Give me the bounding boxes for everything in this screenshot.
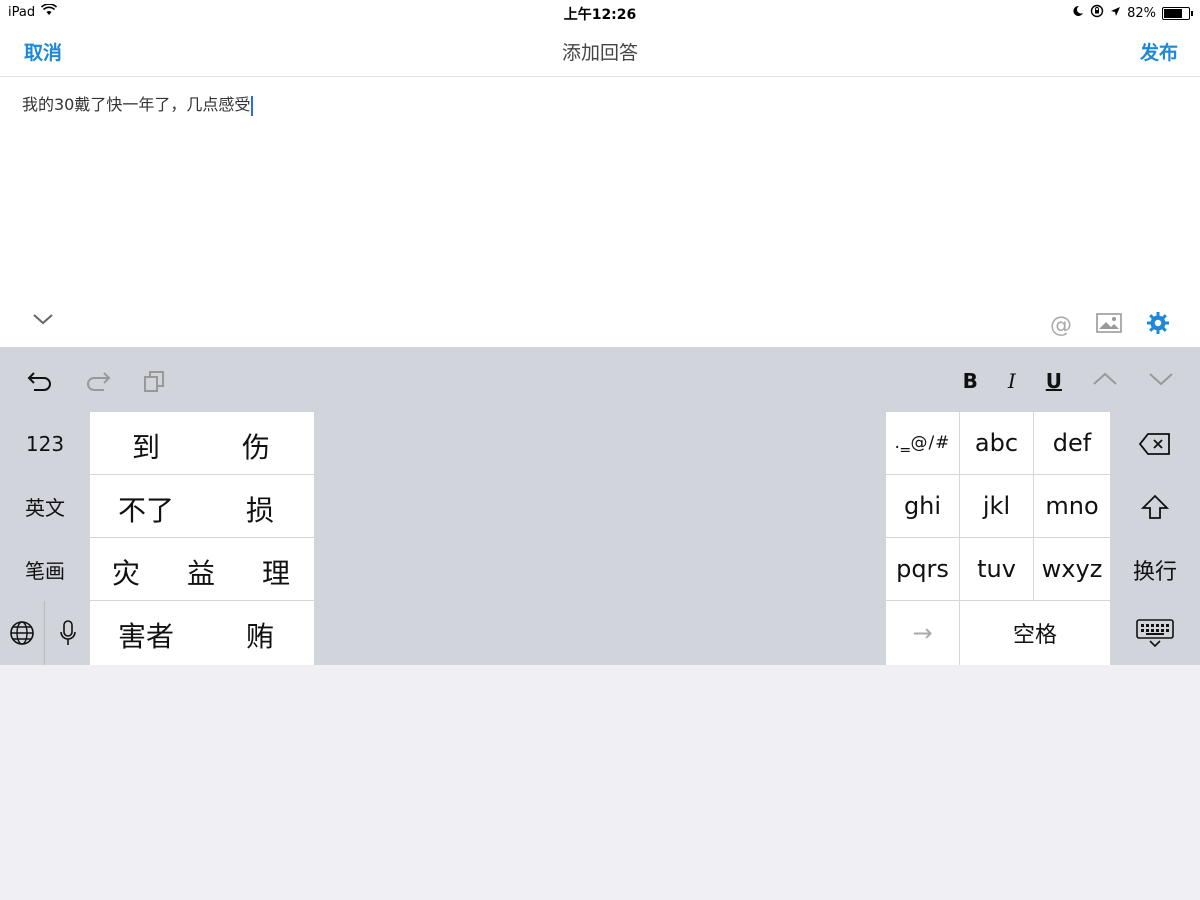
publish-button[interactable]: 发布	[1140, 38, 1178, 65]
ghi-key[interactable]: ghi	[886, 475, 960, 538]
empty-background	[0, 665, 1200, 900]
candidate-word[interactable]: 害者	[118, 615, 174, 655]
candidate-row: 到 伤	[90, 412, 314, 475]
english-key[interactable]: 英文	[0, 475, 90, 538]
jkl-key[interactable]: jkl	[960, 475, 1034, 538]
chevron-down-icon[interactable]	[32, 311, 54, 330]
status-time: 上午12:26	[563, 7, 637, 23]
chevron-down-icon[interactable]	[1148, 371, 1174, 391]
bold-button[interactable]: B	[963, 369, 978, 393]
keyboard-shortcut-bar: B I U	[0, 347, 1200, 412]
editor-toolbar: @	[0, 307, 1200, 347]
paste-icon[interactable]	[142, 369, 166, 397]
chinese-keyboard: 123 英文 笔画 到 伤 不了 损 灾 益 理 害者 贿 .‗@/# abc …	[0, 412, 1200, 665]
answer-editor[interactable]: 我的30戴了快一年了，几点感受 @	[0, 77, 1200, 347]
chevron-up-icon[interactable]	[1092, 371, 1118, 391]
candidate-word[interactable]: 不了	[118, 489, 174, 529]
candidate-word[interactable]: 益	[187, 552, 215, 592]
location-icon	[1110, 6, 1121, 21]
battery-percent: 82%	[1127, 5, 1156, 21]
shift-icon[interactable]	[1110, 475, 1200, 538]
mno-key[interactable]: mno	[1034, 475, 1110, 538]
numbers-key[interactable]: 123	[0, 412, 90, 475]
delete-icon[interactable]	[1110, 412, 1200, 475]
candidate-row: 不了 损	[90, 475, 314, 538]
abc-key[interactable]: abc	[960, 412, 1034, 475]
pqrs-key[interactable]: pqrs	[886, 538, 960, 601]
candidate-panel: 到 伤 不了 损 灾 益 理 害者 贿	[90, 412, 314, 665]
undo-icon[interactable]	[26, 369, 54, 397]
editor-text-area[interactable]: 我的30戴了快一年了，几点感受	[22, 91, 254, 116]
candidate-word[interactable]: 贿	[246, 615, 274, 655]
def-key[interactable]: def	[1034, 412, 1110, 475]
candidate-word[interactable]: 损	[246, 489, 274, 529]
redo-icon[interactable]	[84, 369, 112, 397]
candidate-row: 害者 贿	[90, 601, 314, 664]
underline-button[interactable]: U	[1046, 369, 1062, 393]
image-icon[interactable]	[1096, 312, 1122, 338]
candidate-word[interactable]: 伤	[242, 426, 270, 466]
nine-key-grid: .‗@/# abc def ghi jkl mno pqrs tuv wxyz …	[886, 412, 1110, 665]
punctuation-key[interactable]: .‗@/#	[886, 412, 960, 475]
wxyz-key[interactable]: wxyz	[1034, 538, 1110, 601]
candidate-word[interactable]: 到	[132, 426, 160, 466]
return-key[interactable]: 换行	[1110, 538, 1200, 601]
stroke-key[interactable]: 笔画	[0, 538, 90, 601]
globe-icon[interactable]	[0, 601, 45, 665]
editor-content: 我的30戴了快一年了，几点感受	[22, 95, 251, 114]
mic-icon[interactable]	[45, 601, 90, 665]
keyboard-dismiss-icon[interactable]	[1110, 601, 1200, 665]
arrow-right-key[interactable]: →	[886, 601, 960, 665]
battery-icon	[1162, 6, 1193, 20]
tuv-key[interactable]: tuv	[960, 538, 1034, 601]
text-caret	[251, 95, 254, 116]
status-bar: iPad 上午12:26 82%	[0, 0, 1200, 24]
candidate-row: 灾 益 理	[90, 538, 314, 601]
nav-bar: 取消 添加回答 发布	[0, 24, 1200, 77]
rotation-lock-icon	[1090, 4, 1104, 22]
italic-button[interactable]: I	[1008, 369, 1016, 393]
space-key[interactable]: 空格	[960, 601, 1110, 665]
candidate-word[interactable]: 灾	[112, 552, 140, 592]
page-title: 添加回答	[561, 42, 638, 64]
gear-icon[interactable]	[1146, 311, 1170, 339]
candidate-word[interactable]: 理	[262, 552, 290, 592]
moon-icon	[1072, 5, 1084, 21]
mention-button[interactable]: @	[1050, 313, 1072, 338]
